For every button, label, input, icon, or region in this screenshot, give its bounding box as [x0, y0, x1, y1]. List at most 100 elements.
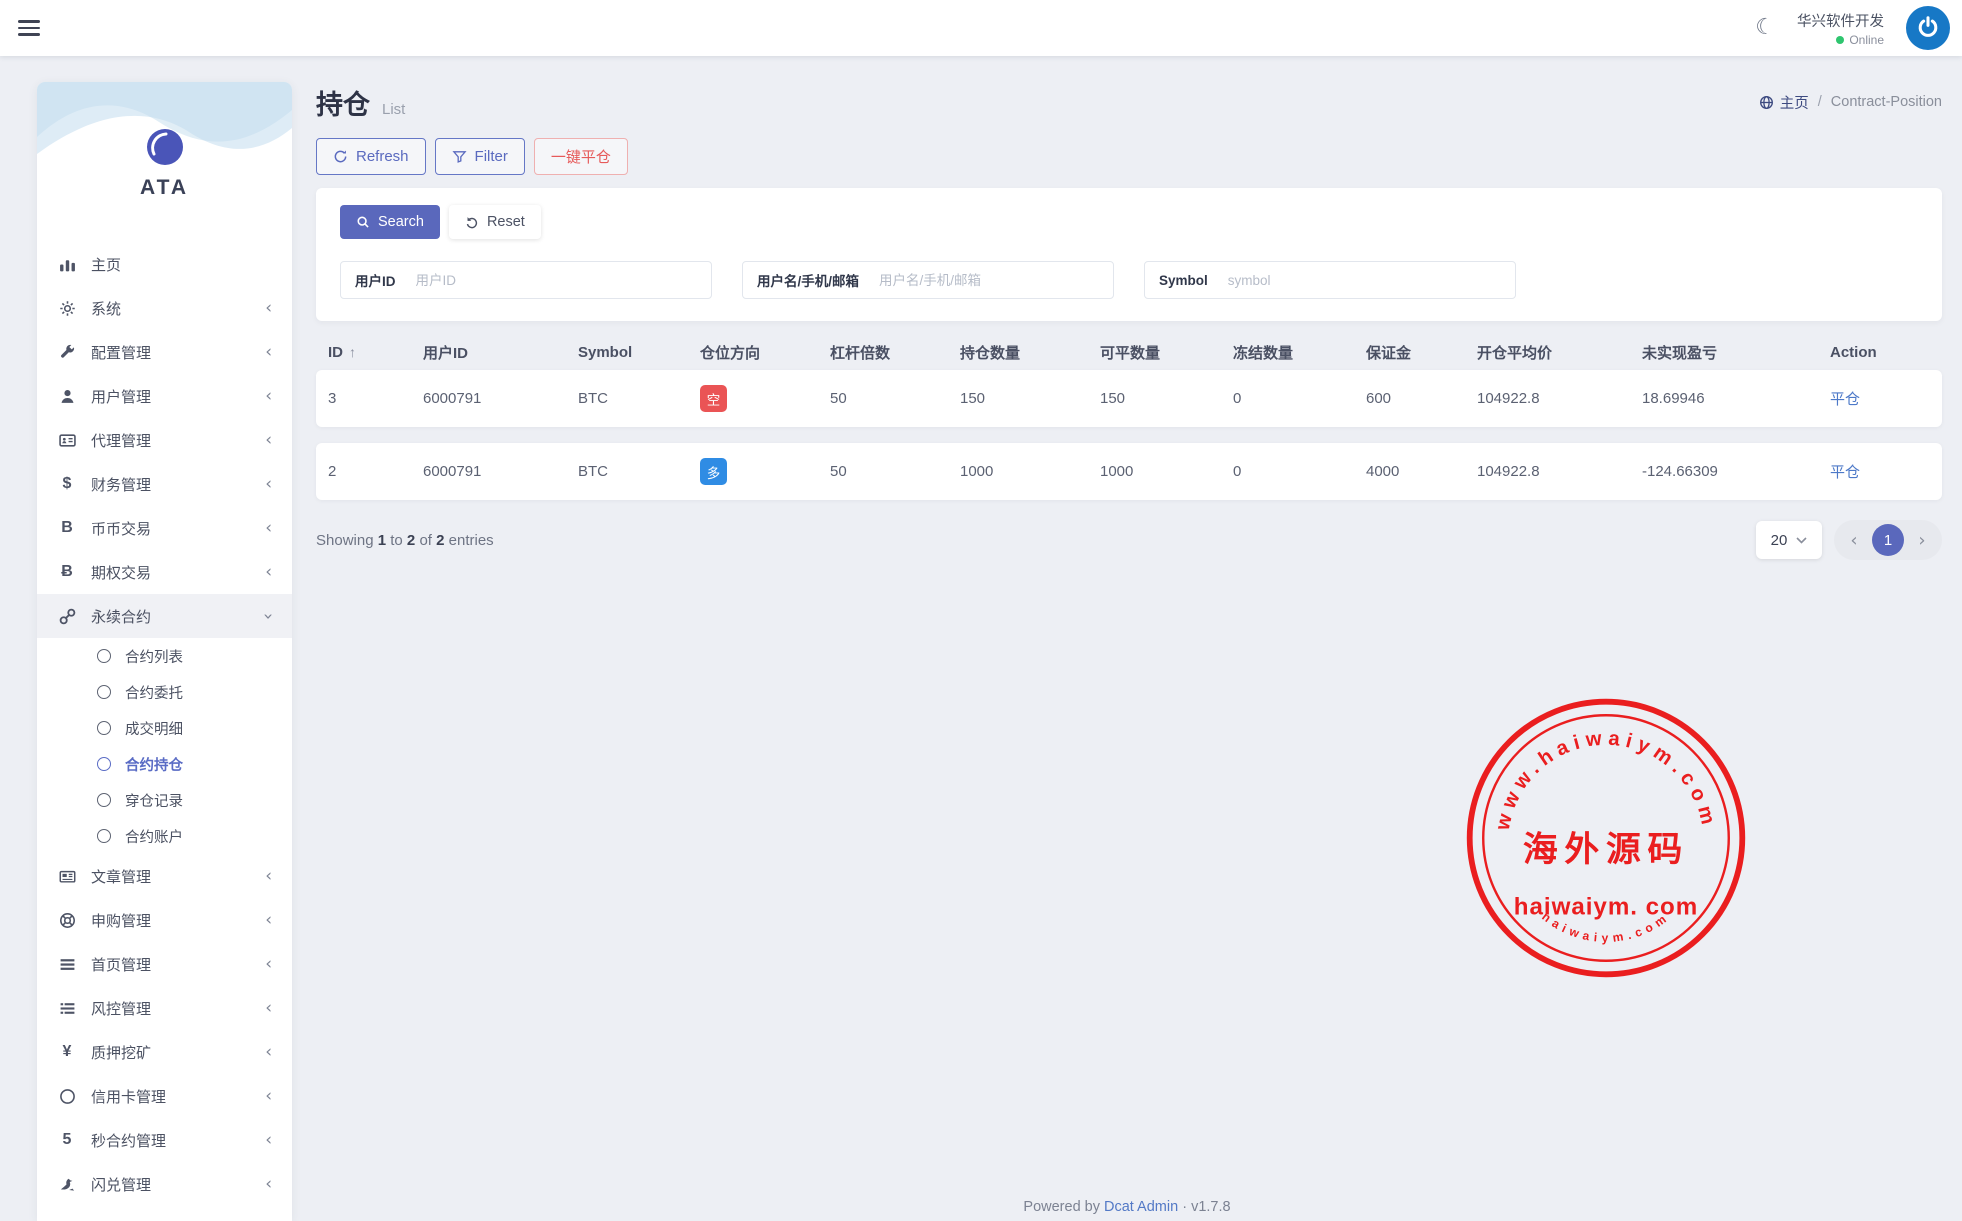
- sidebar-item-home[interactable]: 主页: [37, 242, 292, 286]
- column-header-0[interactable]: ID↑: [328, 344, 423, 361]
- dark-mode-icon[interactable]: ☾: [1755, 17, 1775, 39]
- sidebar-item-label: 申购管理: [91, 910, 265, 931]
- version-label: v1.7.8: [1191, 1199, 1231, 1215]
- sidebar-subitem-label: 合约委托: [125, 682, 183, 703]
- chevron-left-icon: ‹: [265, 1176, 272, 1193]
- column-header-1: 用户ID: [423, 342, 578, 363]
- topbar: ☾ 华兴软件开发 Online: [0, 0, 1962, 56]
- column-header-label: Action: [1830, 344, 1877, 361]
- sidebar-item-flash[interactable]: 闪兑管理‹: [37, 1162, 292, 1206]
- cell-3: 空: [700, 385, 830, 412]
- cell-8: 4000: [1366, 463, 1477, 480]
- list-indent-icon: [57, 999, 77, 1017]
- sidebar-item-subscribe[interactable]: 申购管理‹: [37, 898, 292, 942]
- sort-up-icon[interactable]: ↑: [349, 344, 356, 360]
- filter-group-1: 用户名/手机/邮箱: [742, 261, 1114, 299]
- sidebar-item-creditcard[interactable]: 信用卡管理‹: [37, 1074, 292, 1118]
- cell-9: 104922.8: [1477, 390, 1642, 407]
- filter-label: 用户名/手机/邮箱: [743, 270, 873, 290]
- sidebar-item-seconds[interactable]: 5秒合约管理‹: [37, 1118, 292, 1162]
- cell-10: -124.66309: [1642, 463, 1830, 480]
- sidebar-item-article[interactable]: 文章管理‹: [37, 854, 292, 898]
- filter-group-0: 用户ID: [340, 261, 712, 299]
- sidebar-item-perpetual[interactable]: 永续合约‹: [37, 594, 292, 638]
- position-side-badge: 多: [700, 458, 727, 485]
- sidebar-item-finance[interactable]: $财务管理‹: [37, 462, 292, 506]
- sidebar-item-agent[interactable]: 代理管理‹: [37, 418, 292, 462]
- close-position-link[interactable]: 平仓: [1830, 464, 1860, 481]
- user-menu[interactable]: 华兴软件开发 Online: [1797, 10, 1884, 47]
- cell-11: 平仓: [1830, 461, 1942, 482]
- column-header-7: 冻结数量: [1233, 342, 1366, 363]
- sidebar-item-system[interactable]: 系统‹: [37, 286, 292, 330]
- refresh-button[interactable]: Refresh: [316, 138, 426, 175]
- reset-button[interactable]: Reset: [449, 205, 541, 239]
- cell-7: 0: [1233, 390, 1366, 407]
- chevron-down-icon: ‹: [260, 613, 277, 620]
- circle-icon: [97, 685, 111, 699]
- sidebar-card: ATA 主页系统‹配置管理‹用户管理‹代理管理‹$财务管理‹B币币交易‹Ƀ期权交…: [37, 82, 292, 1221]
- search-button[interactable]: Search: [340, 205, 440, 239]
- filter-button[interactable]: Filter: [435, 138, 525, 175]
- sidebar-subitem-liquidation-record[interactable]: 穿仓记录: [37, 782, 292, 818]
- page-1-button[interactable]: 1: [1872, 524, 1904, 556]
- brand[interactable]: ATA: [37, 82, 292, 242]
- sidebar-item-staking[interactable]: ¥质押挖矿‹: [37, 1030, 292, 1074]
- bitcoin-icon: Ƀ: [57, 563, 77, 581]
- close-all-positions-button[interactable]: 一键平仓: [534, 138, 628, 175]
- sidebar-subitem-contract-list[interactable]: 合约列表: [37, 638, 292, 674]
- column-header-label: 保证金: [1366, 342, 1411, 363]
- sidebar-item-spot[interactable]: B币币交易‹: [37, 506, 292, 550]
- sidebar-subitem-contract-position[interactable]: 合约持仓: [37, 746, 292, 782]
- pagination: ‹ 1 ›: [1834, 520, 1942, 560]
- chevron-left-icon: ‹: [265, 1000, 272, 1017]
- avatar[interactable]: [1906, 6, 1950, 50]
- chevron-left-icon: ‹: [265, 1132, 272, 1149]
- sidebar-subitem-label: 合约列表: [125, 646, 183, 667]
- gear-icon: [57, 299, 77, 317]
- cell-0: 2: [328, 463, 423, 480]
- sidebar-subitem-contract-order[interactable]: 合约委托: [37, 674, 292, 710]
- dcat-admin-link[interactable]: Dcat Admin: [1104, 1199, 1178, 1215]
- column-header-label: 冻结数量: [1233, 342, 1293, 363]
- sidebar-subitem-contract-account[interactable]: 合约账户: [37, 818, 292, 854]
- table-row: 36000791BTC空501501500600104922.818.69946…: [316, 370, 1942, 427]
- prev-page-button[interactable]: ‹: [1845, 530, 1863, 551]
- sidebar: ATA 主页系统‹配置管理‹用户管理‹代理管理‹$财务管理‹B币币交易‹Ƀ期权交…: [0, 56, 292, 1221]
- sidebar-item-risk[interactable]: 风控管理‹: [37, 986, 292, 1030]
- column-header-label: Symbol: [578, 344, 632, 361]
- chevron-left-icon: ‹: [265, 564, 272, 581]
- logo-icon: [146, 128, 184, 166]
- filter-input-2[interactable]: [1222, 273, 1515, 288]
- menu-toggle-button[interactable]: [18, 20, 40, 36]
- sidebar-item-homepage[interactable]: 首页管理‹: [37, 942, 292, 986]
- newspaper-icon: [57, 867, 77, 885]
- user-name: 华兴软件开发: [1797, 10, 1884, 31]
- chevron-left-icon: ‹: [265, 1044, 272, 1061]
- breadcrumb-home-link[interactable]: 主页: [1759, 92, 1809, 113]
- sidebar-item-option[interactable]: Ƀ期权交易‹: [37, 550, 292, 594]
- cell-0: 3: [328, 390, 423, 407]
- table-header: ID↑用户IDSymbol仓位方向杠杆倍数持仓数量可平数量冻结数量保证金开仓平均…: [316, 334, 1942, 370]
- cell-8: 600: [1366, 390, 1477, 407]
- column-header-label: 未实现盈亏: [1642, 342, 1717, 363]
- cell-1: 6000791: [423, 390, 578, 407]
- sidebar-item-config[interactable]: 配置管理‹: [37, 330, 292, 374]
- status-label: Online: [1849, 33, 1884, 47]
- filter-input-1[interactable]: [873, 273, 1113, 288]
- column-header-4: 杠杆倍数: [830, 342, 960, 363]
- cell-3: 多: [700, 458, 830, 485]
- next-page-button[interactable]: ›: [1913, 530, 1931, 551]
- five-icon: 5: [57, 1131, 77, 1149]
- sidebar-item-label: 主页: [91, 254, 272, 275]
- cell-4: 50: [830, 463, 960, 480]
- filter-input-0[interactable]: [410, 273, 712, 288]
- per-page-select[interactable]: 20: [1756, 521, 1822, 559]
- sidebar-item-user[interactable]: 用户管理‹: [37, 374, 292, 418]
- column-header-9: 开仓平均价: [1477, 342, 1642, 363]
- close-position-link[interactable]: 平仓: [1830, 391, 1860, 408]
- sidebar-subitem-trade-detail[interactable]: 成交明细: [37, 710, 292, 746]
- column-header-label: 杠杆倍数: [830, 342, 890, 363]
- column-header-label: 持仓数量: [960, 342, 1020, 363]
- toolbar: Refresh Filter 一键平仓: [316, 138, 1942, 175]
